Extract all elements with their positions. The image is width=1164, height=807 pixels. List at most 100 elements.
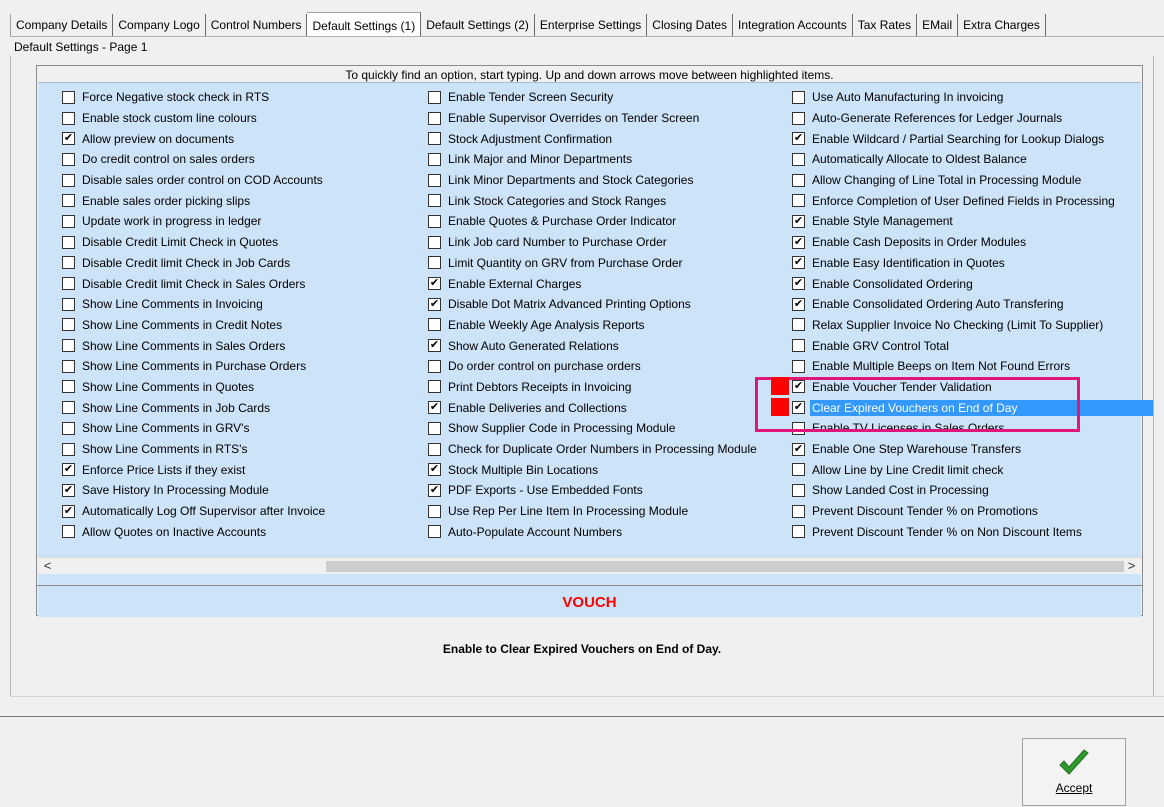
option-row[interactable]: Limit Quantity on GRV from Purchase Orde…: [428, 253, 759, 274]
option-row[interactable]: Show Line Comments in Job Cards: [62, 397, 327, 418]
option-checkbox[interactable]: [792, 194, 805, 208]
accept-button[interactable]: Accept: [1022, 738, 1126, 806]
option-checkbox[interactable]: [792, 235, 805, 249]
option-row[interactable]: Automatically Log Off Supervisor after I…: [62, 501, 327, 522]
option-row[interactable]: Enforce Completion of User Defined Field…: [792, 190, 1153, 211]
option-checkbox[interactable]: [792, 214, 805, 228]
option-row[interactable]: Allow Line by Line Credit limit check: [792, 459, 1153, 480]
option-row[interactable]: Show Line Comments in Invoicing: [62, 294, 327, 315]
option-row[interactable]: Do order control on purchase orders: [428, 356, 759, 377]
option-checkbox[interactable]: [428, 132, 441, 146]
option-checkbox[interactable]: [428, 525, 441, 539]
option-checkbox[interactable]: [792, 90, 805, 104]
option-row[interactable]: Show Supplier Code in Processing Module: [428, 418, 759, 439]
option-checkbox[interactable]: [428, 359, 441, 373]
option-checkbox[interactable]: [62, 525, 75, 539]
option-row[interactable]: Disable sales order control on COD Accou…: [62, 170, 327, 191]
option-checkbox[interactable]: [428, 504, 441, 518]
option-checkbox[interactable]: [428, 235, 441, 249]
option-row[interactable]: Enable External Charges: [428, 273, 759, 294]
option-checkbox[interactable]: [62, 297, 75, 311]
tab-default-settings-2[interactable]: Default Settings (2): [421, 14, 535, 36]
option-row[interactable]: Enable Weekly Age Analysis Reports: [428, 315, 759, 336]
option-row[interactable]: Automatically Allocate to Oldest Balance: [792, 149, 1153, 170]
option-row[interactable]: Disable Dot Matrix Advanced Printing Opt…: [428, 294, 759, 315]
option-checkbox[interactable]: [62, 421, 75, 435]
option-row[interactable]: Show Line Comments in GRV's: [62, 418, 327, 439]
option-row[interactable]: Enable stock custom line colours: [62, 108, 327, 129]
option-checkbox[interactable]: [428, 297, 441, 311]
option-row[interactable]: Auto-Populate Account Numbers: [428, 521, 759, 542]
tab-company-details[interactable]: Company Details: [10, 14, 114, 36]
option-checkbox[interactable]: [428, 214, 441, 228]
option-row[interactable]: Stock Multiple Bin Locations: [428, 459, 759, 480]
option-row[interactable]: Enable Multiple Beeps on Item Not Found …: [792, 356, 1153, 377]
option-checkbox[interactable]: [62, 401, 75, 415]
option-row[interactable]: Save History In Processing Module: [62, 480, 327, 501]
option-checkbox[interactable]: [62, 173, 75, 187]
option-checkbox[interactable]: [62, 380, 75, 394]
option-row[interactable]: Allow preview on documents: [62, 128, 327, 149]
option-checkbox[interactable]: [792, 132, 805, 146]
option-checkbox[interactable]: [428, 339, 441, 353]
option-checkbox[interactable]: [62, 132, 75, 146]
option-checkbox[interactable]: [428, 152, 441, 166]
option-checkbox[interactable]: [62, 111, 75, 125]
tab-default-settings-1[interactable]: Default Settings (1): [307, 12, 422, 36]
tab-enterprise-settings[interactable]: Enterprise Settings: [534, 14, 648, 36]
option-checkbox[interactable]: [428, 483, 441, 497]
option-checkbox[interactable]: [62, 235, 75, 249]
scroll-left-arrow-icon[interactable]: <: [39, 558, 56, 575]
tab-integration-accounts[interactable]: Integration Accounts: [733, 14, 853, 36]
option-checkbox[interactable]: [428, 173, 441, 187]
option-checkbox[interactable]: [62, 277, 75, 291]
option-checkbox[interactable]: [792, 173, 805, 187]
option-row[interactable]: Enable Deliveries and Collections: [428, 397, 759, 418]
option-checkbox[interactable]: [62, 256, 75, 270]
option-checkbox[interactable]: [792, 111, 805, 125]
tab-extra-charges[interactable]: Extra Charges: [958, 14, 1046, 36]
option-row[interactable]: Show Line Comments in RTS's: [62, 439, 327, 460]
option-row[interactable]: Link Minor Departments and Stock Categor…: [428, 170, 759, 191]
tab-email[interactable]: EMail: [917, 14, 959, 36]
option-row[interactable]: Update work in progress in ledger: [62, 211, 327, 232]
scroll-thumb[interactable]: [326, 561, 1124, 572]
option-row[interactable]: Link Job card Number to Purchase Order: [428, 232, 759, 253]
option-row[interactable]: Use Auto Manufacturing In invoicing: [792, 87, 1153, 108]
option-checkbox[interactable]: [792, 339, 805, 353]
option-row[interactable]: Disable Credit limit Check in Job Cards: [62, 253, 327, 274]
option-row[interactable]: Enable sales order picking slips: [62, 190, 327, 211]
option-row[interactable]: Use Rep Per Line Item In Processing Modu…: [428, 501, 759, 522]
option-checkbox[interactable]: [792, 318, 805, 332]
option-row[interactable]: Allow Changing of Line Total in Processi…: [792, 170, 1153, 191]
option-checkbox[interactable]: [792, 525, 805, 539]
option-row[interactable]: Disable Credit limit Check in Sales Orde…: [62, 273, 327, 294]
option-row[interactable]: Enable Tender Screen Security: [428, 87, 759, 108]
scroll-right-arrow-icon[interactable]: >: [1123, 558, 1140, 575]
option-row[interactable]: Enable Quotes & Purchase Order Indicator: [428, 211, 759, 232]
option-row[interactable]: Enable Consolidated Ordering Auto Transf…: [792, 294, 1153, 315]
option-checkbox[interactable]: [62, 463, 75, 477]
option-checkbox[interactable]: [792, 359, 805, 373]
option-row[interactable]: Prevent Discount Tender % on Promotions: [792, 501, 1153, 522]
option-row[interactable]: PDF Exports - Use Embedded Fonts: [428, 480, 759, 501]
option-row[interactable]: Enable One Step Warehouse Transfers: [792, 439, 1153, 460]
option-checkbox[interactable]: [792, 152, 805, 166]
option-checkbox[interactable]: [792, 463, 805, 477]
option-checkbox[interactable]: [62, 483, 75, 497]
option-row[interactable]: Prevent Discount Tender % on Non Discoun…: [792, 521, 1153, 542]
option-row[interactable]: Enable GRV Control Total: [792, 335, 1153, 356]
option-row[interactable]: Link Stock Categories and Stock Ranges: [428, 190, 759, 211]
option-checkbox[interactable]: [792, 442, 805, 456]
option-checkbox[interactable]: [792, 256, 805, 270]
option-checkbox[interactable]: [428, 90, 441, 104]
option-checkbox[interactable]: [428, 421, 441, 435]
option-row[interactable]: Enable Easy Identification in Quotes: [792, 253, 1153, 274]
option-checkbox[interactable]: [428, 194, 441, 208]
option-row[interactable]: Relax Supplier Invoice No Checking (Limi…: [792, 315, 1153, 336]
option-row[interactable]: Enable Cash Deposits in Order Modules: [792, 232, 1153, 253]
option-checkbox[interactable]: [792, 277, 805, 291]
option-checkbox[interactable]: [428, 463, 441, 477]
option-row[interactable]: Show Line Comments in Sales Orders: [62, 335, 327, 356]
option-row[interactable]: Show Auto Generated Relations: [428, 335, 759, 356]
